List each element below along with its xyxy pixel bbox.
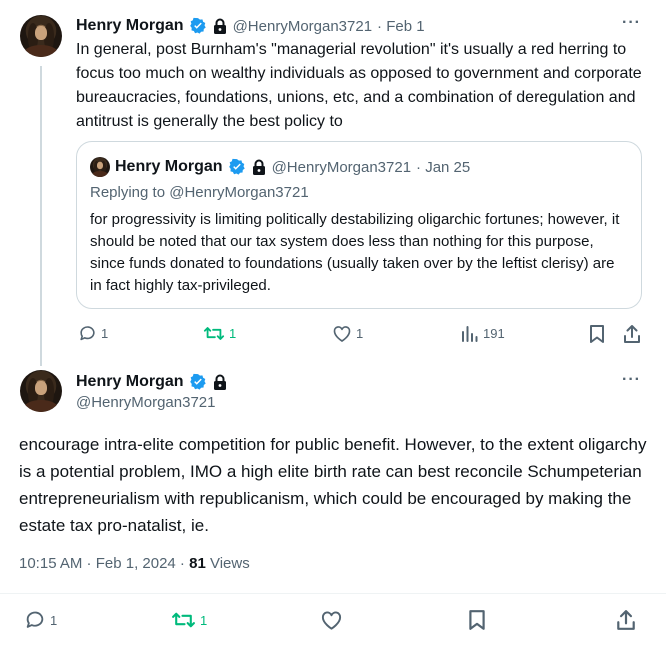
views-count: 191 (483, 326, 505, 341)
tweet2-header: Henry Morgan (76, 371, 228, 393)
heart-icon (333, 326, 351, 342)
verified-badge-icon (189, 373, 206, 390)
author-name[interactable]: Henry Morgan (76, 373, 184, 391)
views-count: 81 (189, 555, 206, 572)
author-handle[interactable]: @HenryMorgan3721 (233, 18, 372, 35)
timestamp[interactable]: 10:15 AM · Feb 1, 2024 · (19, 555, 189, 572)
quote-date: · Jan 25 (416, 158, 471, 176)
reply-icon (26, 611, 44, 628)
bookmark-button[interactable] (589, 324, 605, 344)
lock-icon (213, 374, 226, 390)
like-button[interactable] (320, 609, 343, 631)
repost-count: 1 (229, 326, 237, 341)
repost-count: 1 (200, 612, 208, 628)
like-count: 1 (356, 326, 364, 341)
bookmark-icon (590, 325, 604, 343)
bookmark-icon (469, 610, 485, 630)
quote-author-handle: @HenryMorgan3721 (271, 158, 412, 176)
views-button[interactable]: 191 (461, 324, 505, 343)
tweet-metadata: 10:15 AM · Feb 1, 2024 · 81 Views (19, 555, 250, 572)
avatar[interactable] (20, 370, 62, 412)
repost-button[interactable]: 1 (203, 324, 236, 343)
verified-badge-icon (189, 17, 206, 34)
avatar[interactable] (20, 15, 62, 57)
analytics-icon (462, 326, 478, 342)
quoted-tweet[interactable]: Henry Morgan @HenryMorgan3721 · Jan 25 R… (76, 141, 642, 309)
quote-avatar (90, 157, 110, 177)
share-button[interactable] (623, 324, 641, 344)
tweet1-header: Henry Morgan @HenryMorgan3721 · Feb 1 (76, 15, 425, 37)
reply-button[interactable]: 1 (24, 609, 57, 631)
bookmark-button[interactable] (468, 609, 486, 631)
more-options-icon[interactable]: ··· (622, 14, 641, 32)
reply-count: 1 (101, 326, 109, 341)
repost-icon (172, 612, 195, 628)
share-icon (617, 610, 635, 630)
tweet-date[interactable]: · Feb 1 (377, 18, 425, 35)
views-label: Views (209, 555, 250, 572)
quote-header: Henry Morgan @HenryMorgan3721 · Jan 25 (90, 156, 470, 178)
tweet-text: In general, post Burnham's "managerial r… (76, 41, 642, 130)
reply-count: 1 (50, 612, 58, 628)
replying-to: Replying to @HenryMorgan3721 (90, 184, 309, 201)
divider (0, 593, 666, 594)
lock-icon (213, 18, 226, 34)
share-button[interactable] (616, 609, 636, 631)
heart-icon (321, 611, 342, 630)
verified-badge-icon (228, 158, 245, 175)
share-icon (624, 325, 640, 343)
more-options-icon[interactable]: ··· (622, 371, 641, 389)
lock-icon (252, 159, 265, 175)
quote-text: for progressivity is limiting politicall… (90, 211, 620, 294)
author-name[interactable]: Henry Morgan (76, 17, 184, 35)
tweet-text: encourage intra-elite competition for pu… (19, 435, 647, 535)
reply-button[interactable]: 1 (78, 324, 108, 343)
quote-author-name: Henry Morgan (115, 158, 223, 175)
repost-icon (203, 327, 225, 340)
thread-line (40, 66, 42, 366)
author-handle[interactable]: @HenryMorgan3721 (76, 394, 215, 411)
repost-button[interactable]: 1 (171, 609, 207, 631)
reply-icon (80, 326, 95, 341)
like-button[interactable]: 1 (332, 324, 363, 343)
